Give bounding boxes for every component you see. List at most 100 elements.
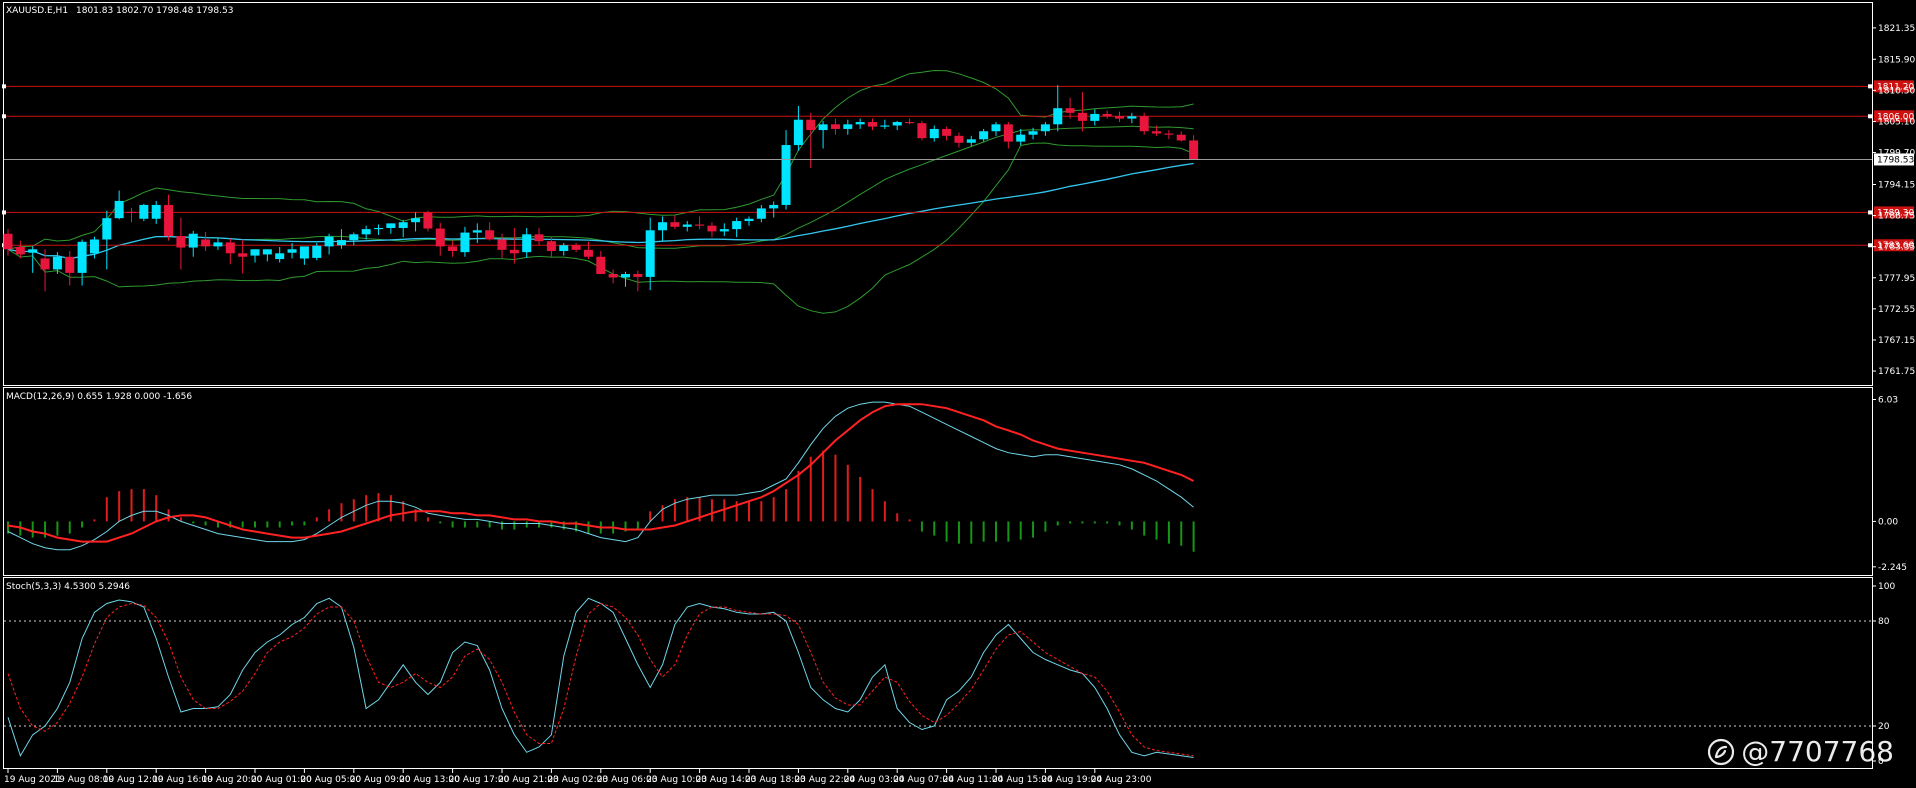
bull-candle [645,230,655,277]
bear-candle [596,256,606,275]
bull-candle [213,242,223,247]
bull-candle [855,122,865,125]
bull-candle [460,232,470,253]
bear-candle [707,225,717,232]
bear-candle [448,246,458,251]
bull-candle [472,230,482,233]
bear-candle [3,233,13,250]
bull-candle [756,208,766,219]
bull-candle [991,124,1001,132]
bull-candle [892,122,902,126]
bull-candle [312,245,322,258]
price-y-tick-label: 1810.50 [1878,86,1915,96]
macd-title: MACD(12,26,9) 0.655 1.928 0.000 -1.656 [6,392,192,402]
price-y-tick-label: 1783.35 [1878,243,1915,253]
bull-candle [114,200,124,219]
level-handle [2,84,6,89]
bear-candle [423,212,433,229]
bull-candle [89,239,99,254]
price-y-tick-label: 1815.90 [1878,55,1915,65]
bull-candle [658,222,668,231]
bear-candle [1077,112,1087,121]
bull-candle [1090,113,1100,121]
bear-candle [1115,116,1124,119]
bear-candle [1189,140,1199,160]
bear-candle [534,234,544,242]
level-handle [1868,243,1872,248]
trading-chart[interactable]: 1811.201806.001789.301783.601798.53 1821… [0,0,1916,788]
bull-candle [880,125,890,127]
bear-candle [40,258,50,270]
stoch-title: Stoch(5,3,3) 4.5300 5.2946 [6,582,130,592]
bear-candle [806,119,816,131]
ohlc-readout: 1801.83 1802.70 1798.48 1798.53 [76,6,233,16]
price-y-tick-label: 1805.10 [1878,117,1915,127]
bull-candle [1053,108,1063,125]
macd-y-tick-label: 6.03 [1878,396,1898,406]
bull-candle [299,246,309,259]
bull-candle [744,218,754,222]
x-tick-label: 24 Aug 23:00 [1091,775,1152,785]
bear-candle [435,228,445,247]
bear-candle [695,224,705,226]
price-y-tick-label: 1799.70 [1878,149,1915,159]
bear-candle [1164,133,1174,135]
bull-candle [336,240,346,246]
bull-candle [28,249,38,253]
level-handle [1868,210,1872,215]
price-y-tick-label: 1767.15 [1878,336,1915,346]
bear-candle [485,230,495,240]
level-handle [2,210,6,215]
price-y-tick-label: 1794.15 [1878,181,1915,191]
weibo-like-logo-icon [1708,738,1735,765]
bear-candle [546,241,556,251]
stoch-y-tick-label: 100 [1878,582,1895,592]
bear-candle [905,122,915,124]
bull-candle [151,204,161,219]
price-y-tick-label: 1761.75 [1878,367,1915,377]
bull-candle [1040,124,1050,132]
bull-candle [411,218,421,223]
watermark: @7707768 [1707,735,1894,768]
bull-candle [1127,116,1137,119]
stoch-y-tick-label: 80 [1878,617,1890,627]
bull-candle [522,234,532,253]
symbol-title: XAUUSD.E,H1 [6,6,68,16]
bull-candle [929,128,939,139]
bull-candle [818,124,828,131]
price-y-tick-label: 1788.75 [1878,212,1915,222]
price-y-tick-label: 1772.55 [1878,305,1915,315]
bear-candle [1065,108,1075,113]
bull-candle [621,274,630,278]
bear-candle [583,249,593,257]
bear-candle [497,239,507,250]
bear-candle [571,245,581,250]
bear-candle [670,222,680,227]
bear-candle [830,124,840,129]
bull-candle [682,224,692,227]
bull-candle [188,233,198,248]
bear-candle [1003,124,1013,142]
bull-candle [139,204,149,219]
bull-candle [719,229,729,232]
bull-candle [1028,131,1038,135]
macd-y-tick-label: 0.00 [1878,517,1898,527]
level-handle [1868,84,1872,89]
bull-candle [398,222,408,228]
price-y-tick-label: 1821.35 [1878,24,1915,34]
bear-candle [868,122,877,127]
bear-candle [1139,116,1149,132]
bear-candle [238,253,248,257]
bull-candle [52,256,62,270]
watermark-text: @7707768 [1741,735,1894,768]
bear-candle [917,123,927,139]
bull-candle [732,221,742,230]
bull-candle [559,245,569,251]
bear-candle [1102,113,1112,117]
bull-candle [361,229,371,235]
bull-candle [275,253,285,260]
bear-candle [127,211,136,213]
macd-y-tick-label: -2.245 [1878,563,1907,573]
bull-candle [793,119,803,146]
bear-candle [176,236,186,248]
